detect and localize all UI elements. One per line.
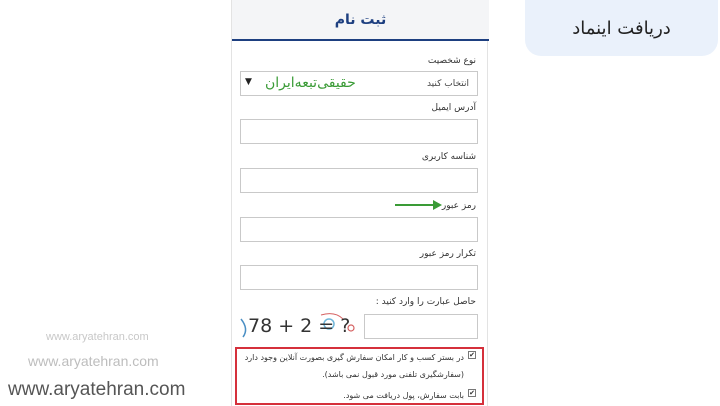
captcha-label: حاصل عبارت را وارد کنید : — [375, 297, 476, 307]
password-repeat-field[interactable] — [240, 265, 478, 290]
terms-item-2-text: بابت سفارش، پول دریافت می شود. — [343, 391, 464, 400]
terms-item-1-line-2: (سفارشگیری تلفنی مورد قبول نمی باشد). — [322, 370, 464, 379]
checkbox-checked-icon[interactable]: ✔ — [468, 389, 476, 397]
page-title: ثبت نام — [334, 11, 387, 28]
watermark-large: www.aryatehran.com — [8, 379, 186, 400]
terms-item-1[interactable]: ✔ در بستر کسب و کار امکان سفارش گیری بصو… — [245, 349, 476, 383]
entity-type-selected: حقیقی‌تبعه‌ایران — [265, 75, 356, 91]
captcha-expression: 78 + 2 = ? — [248, 315, 351, 337]
password-field[interactable] — [240, 217, 478, 242]
enamad-tag: دریافت اینماد — [525, 0, 718, 56]
username-label: شناسه کاربری — [421, 152, 476, 162]
watermark-small: www.aryatehran.com — [46, 331, 149, 343]
terms-item-1-text: در بستر کسب و کار امکان سفارش گیری بصورت… — [245, 349, 464, 383]
registration-form-panel: ثبت نام نوع شخصیت ▼ حقیقی‌تبعه‌ایران انت… — [231, 0, 489, 406]
watermark-medium: www.aryatehran.com — [28, 353, 159, 369]
entity-type-label: نوع شخصیت — [427, 56, 476, 66]
username-field[interactable] — [240, 168, 478, 193]
email-label: آدرس ایمیل — [431, 103, 476, 113]
entity-type-prompt: انتخاب کنید — [426, 79, 469, 89]
terms-item-2[interactable]: ✔ بابت سفارش، پول دریافت می شود. — [343, 387, 476, 404]
checkbox-checked-icon[interactable]: ✔ — [468, 351, 476, 359]
entity-type-select[interactable]: ▼ حقیقی‌تبعه‌ایران انتخاب کنید — [240, 71, 478, 96]
password-repeat-label: تکرار رمز عبور — [419, 249, 476, 259]
chevron-down-icon: ▼ — [245, 77, 252, 87]
enamad-tag-label: دریافت اینماد — [572, 17, 671, 39]
terms-item-1-line-1: در بستر کسب و کار امکان سفارش گیری بصورت… — [244, 353, 464, 362]
arrow-right-icon — [395, 200, 442, 210]
email-field[interactable] — [240, 119, 478, 144]
terms-notice-box: ✔ در بستر کسب و کار امکان سفارش گیری بصو… — [235, 347, 484, 405]
password-label: رمز عبور — [441, 201, 476, 211]
captcha-field[interactable] — [364, 314, 478, 339]
captcha-image: 78 + 2 = ? — [239, 313, 361, 341]
form-header: ثبت نام — [232, 0, 489, 41]
